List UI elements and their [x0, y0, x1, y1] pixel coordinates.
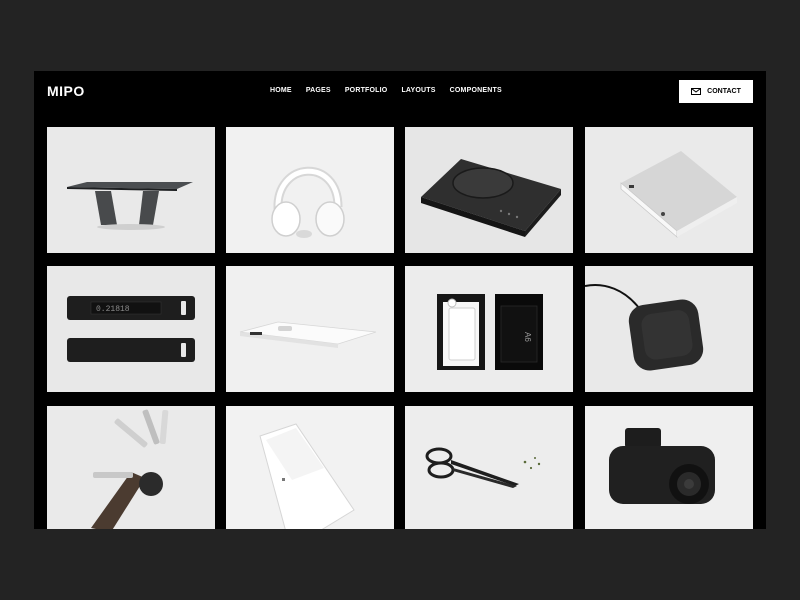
bottle-notebook-image: A6 [405, 266, 573, 392]
glass-table-image [47, 127, 215, 253]
portfolio-item-kitchen-scale[interactable] [405, 127, 573, 253]
envelope-icon [691, 88, 702, 95]
portfolio-item-speaker[interactable] [585, 127, 753, 253]
portfolio-item-bottle-notebook[interactable]: A6 [405, 266, 573, 392]
nav-pages[interactable]: PAGES [306, 87, 331, 94]
scale-image [405, 127, 573, 253]
portfolio-item-dash-camera[interactable] [585, 406, 753, 529]
portfolio-item-phone[interactable] [226, 266, 394, 392]
portfolio-item-headphones[interactable] [226, 127, 394, 253]
portfolio-item-hardware-key[interactable]: 0.21818 [47, 266, 215, 392]
header: MIPO HOME PAGES PORTFOLIO LAYOUTS COMPON… [34, 71, 766, 111]
site-frame: MIPO HOME PAGES PORTFOLIO LAYOUTS COMPON… [34, 71, 766, 529]
logo[interactable]: MIPO [47, 83, 85, 99]
portfolio-item-white-device[interactable] [226, 406, 394, 529]
nav-home[interactable]: HOME [270, 87, 292, 94]
nav-layouts[interactable]: LAYOUTS [401, 87, 435, 94]
portfolio-item-key-organizer[interactable] [47, 406, 215, 529]
device-display-text: 0.21818 [96, 305, 130, 314]
portfolio-item-wireless-charger[interactable] [585, 266, 753, 392]
key-organizer-image [47, 406, 215, 529]
hardware-key-image: 0.21818 [47, 266, 215, 392]
white-device-image [226, 406, 394, 529]
nav-portfolio[interactable]: PORTFOLIO [345, 87, 388, 94]
portfolio-item-glass-table[interactable] [47, 127, 215, 253]
main-nav: HOME PAGES PORTFOLIO LAYOUTS COMPONENTS [270, 87, 516, 94]
portfolio-item-scissors[interactable] [405, 406, 573, 529]
wireless-charger-image [585, 266, 753, 392]
phone-image [226, 266, 394, 392]
contact-label: CONTACT [707, 88, 741, 95]
contact-button[interactable]: CONTACT [679, 80, 753, 103]
nav-components[interactable]: COMPONENTS [450, 87, 502, 94]
notebook-label: A6 [523, 332, 532, 342]
scissors-image [405, 406, 573, 529]
speaker-image [585, 127, 753, 253]
headphones-image [226, 127, 394, 253]
dash-camera-image [585, 406, 753, 529]
